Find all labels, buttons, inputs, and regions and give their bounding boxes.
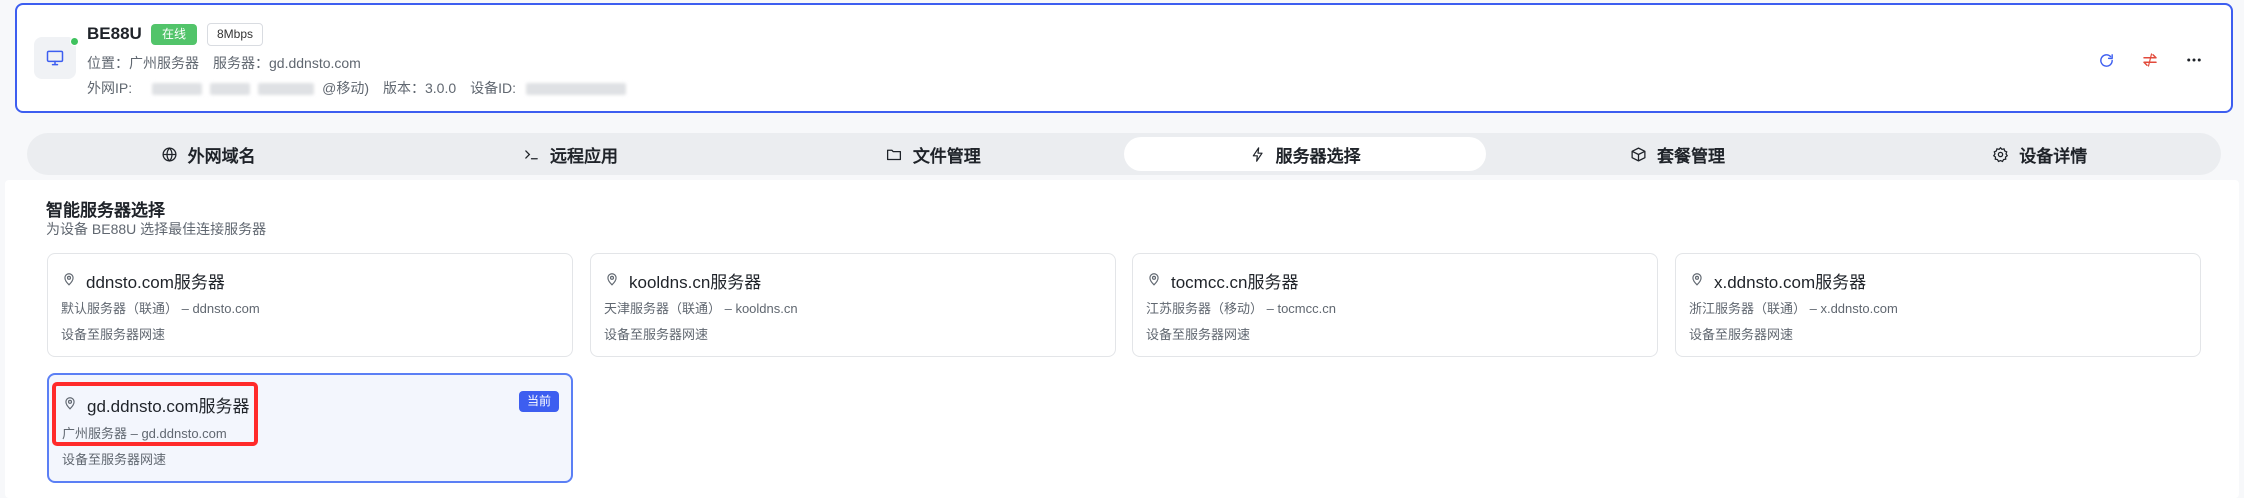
version-value: 3.0.0: [425, 80, 457, 96]
server-region: 浙江服务器（联通） – x.ddnsto.com: [1689, 301, 1898, 316]
ip-suffix: @移动): [322, 80, 369, 96]
monitor-icon: [46, 50, 64, 66]
map-pin-icon: [1692, 273, 1702, 286]
server-region: 默认服务器（联通） – ddnsto.com: [61, 301, 260, 316]
server-value: gd.ddnsto.com: [269, 55, 361, 71]
device-card: BE88U 在线 8Mbps 位置：广州服务器 服务器：gd.ddnsto.com…: [15, 3, 2233, 113]
transfer-icon: [2143, 53, 2157, 67]
tab-label: 服务器选择: [1275, 146, 1361, 166]
device-id-redacted: [526, 83, 627, 96]
ip-redacted: [152, 83, 203, 96]
tab-plans[interactable]: 套餐管理: [1496, 137, 1858, 171]
folder-icon: [886, 149, 901, 160]
tab-remote-apps[interactable]: 远程应用: [389, 137, 751, 171]
device-avatar: [34, 37, 79, 79]
server-card-tocmcc[interactable]: tocmcc.cn服务器 江苏服务器（移动） – tocmcc.cn 设备至服务…: [1132, 253, 1658, 357]
more-icon: [2187, 58, 2201, 62]
server-speed: 设备至服务器网速: [61, 327, 166, 342]
device-id-label: 设备ID:: [470, 80, 517, 96]
device-location-line: 位置：广州服务器 服务器：gd.ddnsto.com: [87, 53, 361, 73]
section-subtitle: 为设备 BE88U 选择最佳连接服务器: [46, 221, 267, 237]
refresh-icon: [2099, 53, 2113, 67]
server-region: 天津服务器（联通） – kooldns.cn: [604, 301, 798, 316]
server-name: ddnsto.com服务器: [86, 273, 225, 292]
current-badge: 当前: [518, 391, 559, 412]
map-pin-icon: [65, 397, 75, 410]
more-button[interactable]: [2183, 49, 2205, 71]
ip-redacted: [210, 83, 251, 96]
gear-icon: [1993, 146, 2009, 162]
server-region: 广州服务器 – gd.ddnsto.com: [62, 426, 227, 441]
server-speed: 设备至服务器网速: [62, 452, 167, 467]
terminal-icon: [525, 149, 538, 159]
ip-label: 外网IP:: [87, 80, 133, 96]
server-card-ddnsto[interactable]: ddnsto.com服务器 默认服务器（联通） – ddnsto.com 设备至…: [47, 253, 573, 357]
tab-domain[interactable]: 外网域名: [27, 137, 389, 171]
device-ip-line: 外网IP: @移动) 版本：3.0.0 设备ID:: [87, 78, 634, 98]
server-name: kooldns.cn服务器: [629, 273, 762, 292]
section-title: 智能服务器选择: [46, 201, 165, 220]
tab-label: 套餐管理: [1656, 146, 1725, 166]
tab-server-select[interactable]: 服务器选择: [1123, 137, 1487, 171]
tab-label: 文件管理: [912, 146, 981, 166]
tab-device-details[interactable]: 设备详情: [1859, 137, 2221, 171]
server-label: 服务器：: [213, 55, 269, 71]
server-card-gd-ddnsto[interactable]: gd.ddnsto.com服务器 广州服务器 – gd.ddnsto.com 设…: [47, 373, 573, 483]
tab-label: 远程应用: [549, 146, 618, 166]
globe-icon: [162, 146, 177, 162]
location-value: 广州服务器: [129, 55, 199, 71]
tab-bar: 外网域名 远程应用 文件管理 服务器选择 套餐管理 设备详情: [27, 133, 2221, 175]
tab-files[interactable]: 文件管理: [752, 137, 1114, 171]
tab-label: 设备详情: [2019, 146, 2088, 166]
server-name: gd.ddnsto.com服务器: [87, 397, 250, 416]
device-name: BE88U: [87, 24, 142, 43]
bolt-icon: [1252, 146, 1263, 162]
version-label: 版本：: [383, 80, 425, 96]
status-badge: 在线: [151, 24, 198, 45]
location-label: 位置：: [87, 55, 129, 71]
map-pin-icon: [1149, 273, 1159, 286]
transfer-button[interactable]: [2139, 49, 2161, 71]
server-region: 江苏服务器（移动） – tocmcc.cn: [1146, 301, 1336, 316]
device-actions: [2095, 49, 2205, 71]
server-name: tocmcc.cn服务器: [1171, 273, 1299, 292]
box-icon: [1631, 146, 1646, 162]
server-card-kooldns[interactable]: kooldns.cn服务器 天津服务器（联通） – kooldns.cn 设备至…: [590, 253, 1116, 357]
refresh-button[interactable]: [2095, 49, 2117, 71]
speed-badge: 8Mbps: [207, 23, 264, 46]
map-pin-icon: [64, 273, 74, 286]
online-dot: [70, 37, 79, 46]
server-speed: 设备至服务器网速: [1146, 327, 1251, 342]
server-card-x-ddnsto[interactable]: x.ddnsto.com服务器 浙江服务器（联通） – x.ddnsto.com…: [1675, 253, 2201, 357]
map-pin-icon: [607, 273, 617, 286]
server-name: x.ddnsto.com服务器: [1714, 273, 1867, 292]
ip-redacted: [258, 83, 315, 96]
server-speed: 设备至服务器网速: [1689, 327, 1794, 342]
tab-label: 外网域名: [187, 146, 256, 166]
server-speed: 设备至服务器网速: [604, 327, 709, 342]
